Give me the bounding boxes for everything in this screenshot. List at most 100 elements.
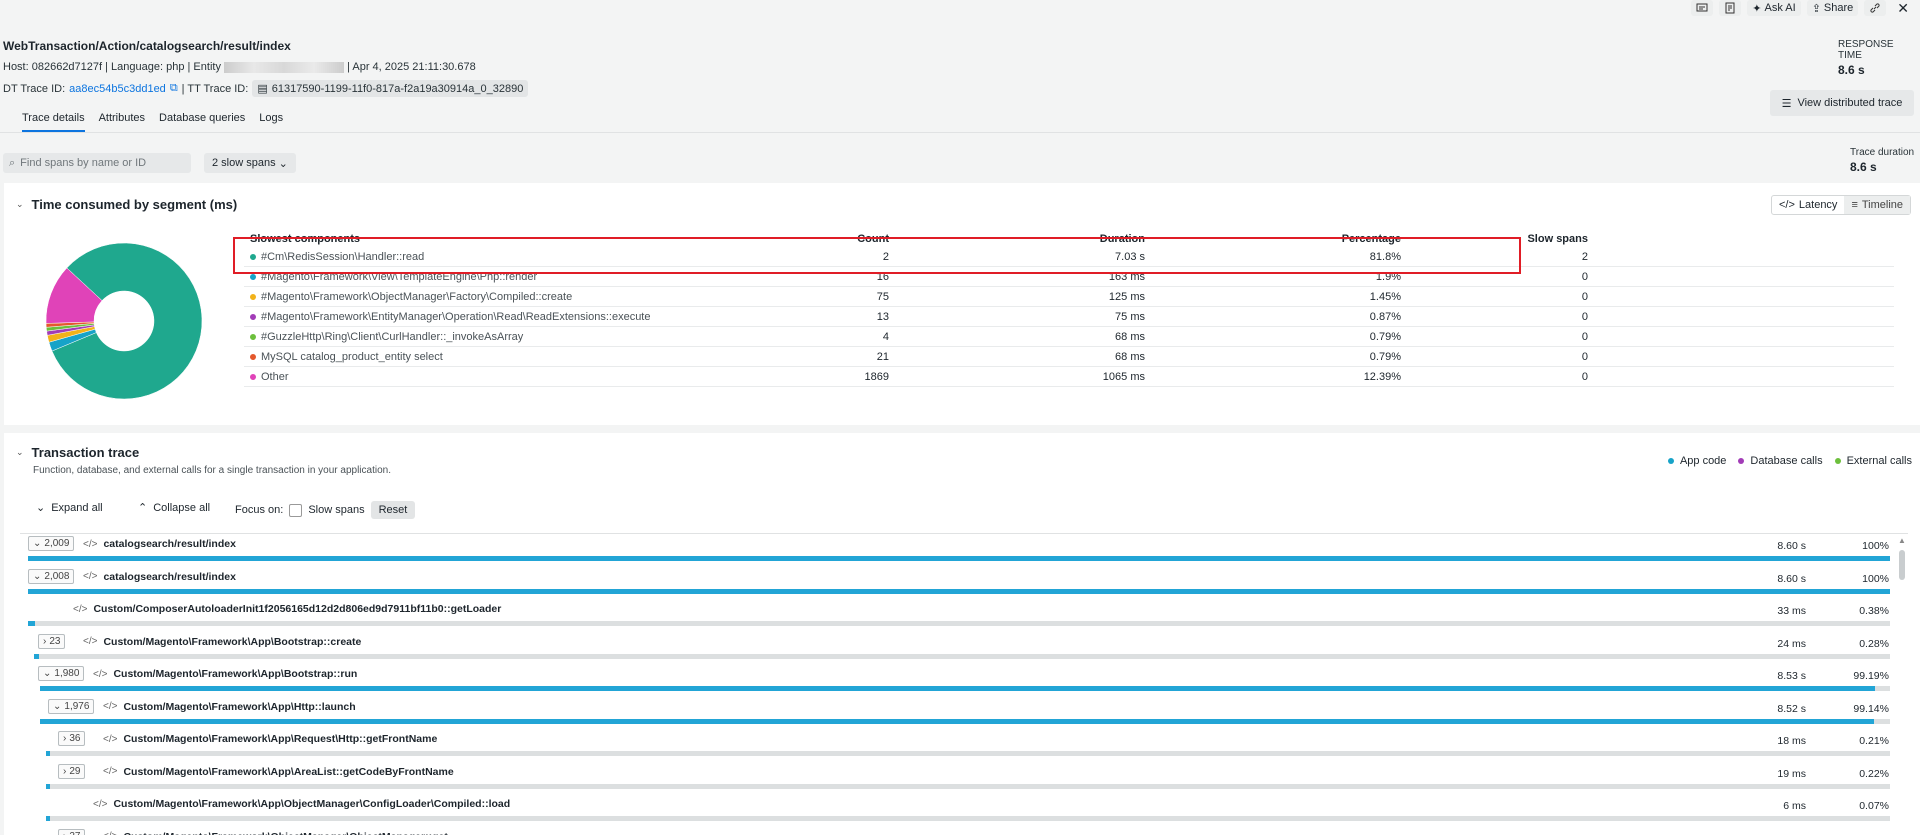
- span-child-count: 27: [69, 831, 80, 835]
- trace-span-row[interactable]: ⌄ 2,009 </> catalogsearch/result/index 8.60 …: [20, 534, 1890, 567]
- external-link-icon[interactable]: ⧉: [170, 82, 178, 95]
- trace-span-row[interactable]: ⌄ 2,008 </> catalogsearch/result/index 8.60 …: [20, 567, 1890, 600]
- span-duration-bar: [34, 653, 1890, 659]
- segment-duration: 68 ms: [1115, 331, 1145, 343]
- tab-logs[interactable]: Logs: [259, 112, 283, 132]
- tt-trace-chip[interactable]: ▤ 61317590-1199-11f0-817a-f2a19a30914a_0_…: [252, 80, 529, 97]
- trace-duration: Trace duration 8.6 s: [1850, 147, 1918, 174]
- trace-span-row[interactable]: </> Custom/Magento\Framework\App\ObjectMa…: [20, 794, 1890, 827]
- search-icon: ⌕: [9, 156, 16, 169]
- trace-span-row[interactable]: › 29 </> Custom/Magento\Framework\App\AreaL…: [20, 762, 1890, 795]
- span-expand-badge[interactable]: › 36: [58, 731, 86, 746]
- collapse-all-button[interactable]: ⌃ Collapse all: [138, 501, 210, 515]
- span-expand-badge[interactable]: ›27: [58, 828, 86, 835]
- trace-panel-subtitle: Function, database, and external calls f…: [33, 465, 391, 476]
- span-percentage: 100%: [1862, 540, 1889, 552]
- slow-spans-dropdown[interactable]: 2 slow spans ⌄: [204, 153, 296, 173]
- segment-row[interactable]: Other 1869 1065 ms 12.39% 0: [244, 367, 1894, 387]
- view-distributed-trace-button[interactable]: ☰ View distributed trace: [1770, 90, 1914, 116]
- link-icon[interactable]: [1864, 0, 1887, 16]
- span-duration-bar: [40, 686, 1890, 691]
- feedback-icon[interactable]: [1691, 0, 1714, 16]
- span-name-text: catalogsearch/result/index: [103, 538, 236, 550]
- ask-ai-button[interactable]: ✦ Ask AI: [1747, 0, 1801, 16]
- span-expand-badge[interactable]: ⌄ 1,976: [48, 698, 95, 714]
- latency-toggle[interactable]: </> Latency: [1772, 196, 1844, 214]
- page-title: WebTransaction/Action/catalogsearch/resu…: [3, 39, 291, 53]
- segment-percentage: 12.39%: [1363, 371, 1401, 383]
- trace-span-row[interactable]: ⌄ 1,976 </> Custom/Magento\Framework\App\Ht…: [20, 697, 1890, 730]
- trace-panel-title: Transaction trace: [31, 445, 140, 460]
- span-duration: 6 ms: [1783, 800, 1806, 812]
- reset-button[interactable]: Reset: [370, 501, 416, 519]
- span-expand-badge[interactable]: ⌄ 2,009: [28, 536, 75, 551]
- chevron-down-icon: ⌄: [16, 447, 24, 457]
- segment-row[interactable]: MySQL catalog_product_entity select 21 68 …: [244, 347, 1894, 367]
- focus-on-group: Focus on: Slow spans Reset: [235, 501, 416, 519]
- dt-trace-link[interactable]: aa8ec54b5c3dd1ed: [69, 83, 166, 95]
- trace-span-row[interactable]: ⌄ 1,980 </> Custom/Magento\Framework\App\Bo…: [20, 664, 1890, 697]
- trace-scrollbar[interactable]: ▲: [1896, 534, 1908, 835]
- top-toolbar: ✦ Ask AI ⇪ Share ✕: [1691, 0, 1920, 16]
- segment-count: 1869: [864, 371, 889, 383]
- code-icon: </>: [103, 766, 118, 777]
- scrollbar-thumb[interactable]: [1899, 550, 1905, 580]
- span-duration: 19 ms: [1777, 767, 1806, 780]
- segment-row[interactable]: #Magento\Framework\EntityManager\Operati…: [244, 307, 1894, 327]
- span-name: </> Custom/Magento\Framework\App\Bootstra…: [93, 668, 357, 680]
- notes-icon[interactable]: [1719, 0, 1742, 16]
- expand-all-button[interactable]: ⌄ Expand all: [36, 501, 103, 515]
- trace-span-row[interactable]: › 36 </> Custom/Magento\Framework\App\Reque…: [20, 729, 1890, 762]
- span-expand-badge[interactable]: ⌄ 1,980: [38, 666, 85, 681]
- span-child-count: 2,008: [44, 570, 70, 582]
- segment-percentage: 0.79%: [1369, 351, 1401, 363]
- segment-row[interactable]: #Magento\Framework\ObjectManager\Factory…: [244, 287, 1894, 307]
- legend-database-calls: Database calls: [1738, 455, 1823, 467]
- timeline-toggle[interactable]: ≡ Timeline: [1844, 196, 1911, 214]
- span-child-count: 23: [49, 635, 61, 647]
- trace-span-row[interactable]: </> Custom/ComposerAutoloaderInit1f205616…: [20, 599, 1890, 632]
- segment-slow-spans: 0: [1581, 311, 1588, 323]
- trace-legend: App code Database calls External calls: [1667, 455, 1912, 467]
- segment-donut-chart: [45, 242, 203, 400]
- span-duration-fill: [28, 588, 1890, 594]
- span-expand-badge[interactable]: › 29: [58, 763, 86, 779]
- span-name: </> catalogsearch/result/index: [83, 538, 236, 550]
- tab-attributes[interactable]: Attributes: [99, 112, 145, 132]
- slow-spans-checkbox[interactable]: [289, 503, 303, 517]
- share-button[interactable]: ⇪ Share: [1806, 0, 1859, 16]
- span-percentage: 0.21%: [1859, 735, 1889, 747]
- trace-ids: DT Trace ID: aa8ec54b5c3dd1ed ⧉ | TT Tra…: [3, 80, 529, 97]
- span-duration-bar: [28, 621, 1890, 626]
- segment-row[interactable]: #GuzzleHttp\Ring\Client\CurlHandler::_in…: [244, 327, 1894, 347]
- segment-name: #Magento\Framework\ObjectManager\Factory…: [250, 291, 572, 303]
- span-duration-fill: [34, 653, 40, 659]
- chevron-icon: ⌄: [33, 570, 42, 582]
- span-duration-bar: [46, 751, 1890, 756]
- trace-span-row[interactable]: ›27 </> Custom/Magento\Framework\ObjectMan…: [20, 827, 1890, 835]
- segment-panel-header[interactable]: ⌄ Time consumed by segment (ms): [16, 197, 237, 212]
- tab-trace-details[interactable]: Trace details: [22, 112, 85, 132]
- view-toggle: </> Latency ≡ Timeline: [1771, 195, 1912, 215]
- code-icon: </>: [73, 603, 88, 615]
- timeline-label: Timeline: [1861, 199, 1904, 211]
- close-icon[interactable]: ✕: [1892, 0, 1914, 16]
- timeline-icon: ≡: [1851, 199, 1858, 211]
- code-icon: </>: [93, 798, 108, 810]
- trace-span-row[interactable]: › 23 </> Custom/Magento\Framework\App\Boots…: [20, 632, 1890, 665]
- span-name-text: Custom/ComposerAutoloaderInit1f2056165d1…: [93, 603, 502, 615]
- segment-name: Other: [250, 371, 289, 383]
- segment-color-dot: [250, 274, 256, 281]
- tab-database-queries[interactable]: Database queries: [159, 112, 245, 132]
- span-search-input[interactable]: ⌕ Find spans by name or ID: [3, 153, 191, 173]
- span-expand-badge[interactable]: › 23: [38, 633, 66, 649]
- trace-panel-header[interactable]: ⌄ Transaction trace: [16, 445, 139, 460]
- span-duration-bar: [28, 588, 1890, 594]
- span-percentage: 0.22%: [1859, 767, 1889, 780]
- host-meta: Host: 082662d7127f | Language: php | Ent…: [3, 61, 476, 73]
- code-icon: </>: [1779, 199, 1795, 211]
- span-duration: 24 ms: [1777, 637, 1806, 650]
- span-expand-badge[interactable]: ⌄ 2,008: [28, 568, 75, 584]
- view-distributed-trace-label: View distributed trace: [1797, 97, 1903, 109]
- segment-duration: 68 ms: [1115, 351, 1145, 363]
